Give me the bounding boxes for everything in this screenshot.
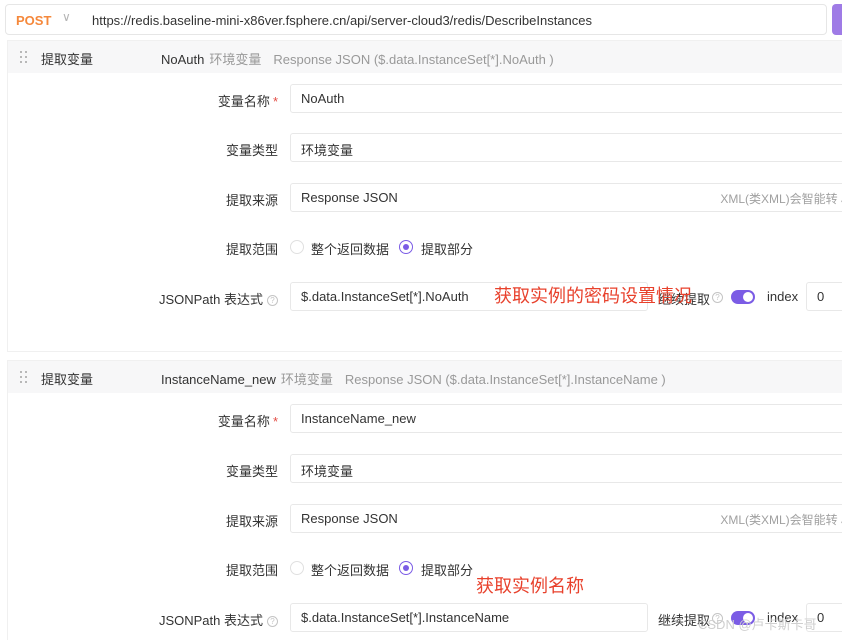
extraction-panel-header[interactable]: 提取变量 InstanceName_new 环境变量 Response JSON (… [8,361,842,393]
scope-option-whole[interactable]: 整个返回数据 [311,560,389,579]
panel-title: 提取变量 [41,52,94,67]
variable-type-label: 变量类型 [225,464,278,479]
scope-label: 提取范围 [225,563,278,578]
variable-type-value: 环境变量 [301,464,354,479]
annotation-password-setting: 获取实例的密码设置情况 [494,286,692,306]
help-circle-icon[interactable]: ? [712,292,723,303]
required-mark: * [272,414,278,429]
panel-title: 提取变量 [41,372,94,387]
jsonpath-input[interactable]: $.data.InstanceSet[*].InstanceName [290,603,648,632]
summary-type: 环境变量 [209,52,262,67]
variable-name-label-text: 变量名称 [217,94,270,109]
source-value: Response JSON [301,190,398,205]
source-select[interactable]: Response JSON XML(类XML)会智能转 JS [290,183,842,212]
variable-name-label: 变量名称 * [8,91,278,110]
extraction-summary: NoAuth 环境变量 Response JSON ($.data.Instance… [161,49,554,68]
extraction-panel-header[interactable]: 提取变量 NoAuth 环境变量 Response JSON ($.data.Ins… [8,41,842,73]
annotation-instance-name: 获取实例名称 [476,576,584,596]
jsonpath-value: $.data.InstanceSet[*].InstanceName [301,610,510,625]
source-hint: XML(类XML)会智能转 JS [720,513,842,527]
variable-type-select[interactable]: 环境变量 [290,133,842,162]
index-value: 0 [817,610,825,625]
index-input[interactable]: 0 [806,282,842,311]
watermark: CSDN @卢卡斯卡哥 [698,617,817,632]
help-circle-icon[interactable]: ? [267,295,278,306]
jsonpath-label: JSONPath 表达式? [8,289,278,308]
extraction-panel: 提取变量 NoAuth 环境变量 Response JSON ($.data.Ins… [7,40,842,352]
variable-name-value: NoAuth [301,91,345,106]
scope-option-partial[interactable]: 提取部分 [421,560,473,579]
summary-name: NoAuth [161,52,205,67]
scope-option-whole[interactable]: 整个返回数据 [311,239,389,258]
summary-name: InstanceName_new [161,372,276,387]
variable-name-input[interactable]: NoAuth [290,84,842,113]
jsonpath-label: JSONPath 表达式? [8,610,278,629]
index-value: 0 [817,289,825,304]
scope-label: 提取范围 [225,242,278,257]
summary-source: Response JSON ($.data.InstanceSet[*].Ins… [344,372,666,387]
scope-radio-whole[interactable] [290,240,304,254]
summary-type: 环境变量 [280,372,333,387]
drag-handle-icon[interactable] [20,371,30,383]
url-input[interactable]: https://redis.baseline-mini-x86ver.fsphe… [92,13,592,28]
extraction-summary: InstanceName_new 环境变量 Response JSON ($.dat… [161,369,666,388]
source-hint: XML(类XML)会智能转 JS [720,192,842,206]
variable-type-select[interactable]: 环境变量 [290,454,842,483]
index-label: index [767,289,799,304]
scope-option-partial[interactable]: 提取部分 [421,239,473,258]
source-select[interactable]: Response JSON XML(类XML)会智能转 JS [290,504,842,533]
jsonpath-value: $.data.InstanceSet[*].NoAuth [301,289,469,304]
scope-radio-whole[interactable] [290,561,304,575]
method-select[interactable]: POST [16,13,51,28]
drag-handle-icon[interactable] [20,51,30,63]
send-button[interactable] [832,4,842,35]
source-label: 提取来源 [225,193,278,208]
summary-source: Response JSON ($.data.InstanceSet[*].NoA… [273,52,554,67]
chevron-down-icon[interactable]: ∨ [62,10,71,24]
jsonpath-label-text: JSONPath 表达式 [158,613,263,628]
variable-type-value: 环境变量 [301,143,354,158]
variable-name-label-text: 变量名称 [217,414,270,429]
jsonpath-label-text: JSONPath 表达式 [158,292,263,307]
continue-extract-toggle[interactable] [731,290,755,304]
variable-name-input[interactable]: InstanceName_new [290,404,842,433]
scope-radio-partial[interactable] [399,240,413,254]
source-label: 提取来源 [225,514,278,529]
request-bar: POST ∨ https://redis.baseline-mini-x86ve… [5,4,827,35]
required-mark: * [272,94,278,109]
scope-radio-partial[interactable] [399,561,413,575]
source-value: Response JSON [301,511,398,526]
variable-name-label: 变量名称 * [8,411,278,430]
extraction-panel: 提取变量 InstanceName_new 环境变量 Response JSON (… [7,360,842,640]
help-circle-icon[interactable]: ? [267,616,278,627]
variable-type-label: 变量类型 [225,143,278,158]
variable-name-value: InstanceName_new [301,411,416,426]
